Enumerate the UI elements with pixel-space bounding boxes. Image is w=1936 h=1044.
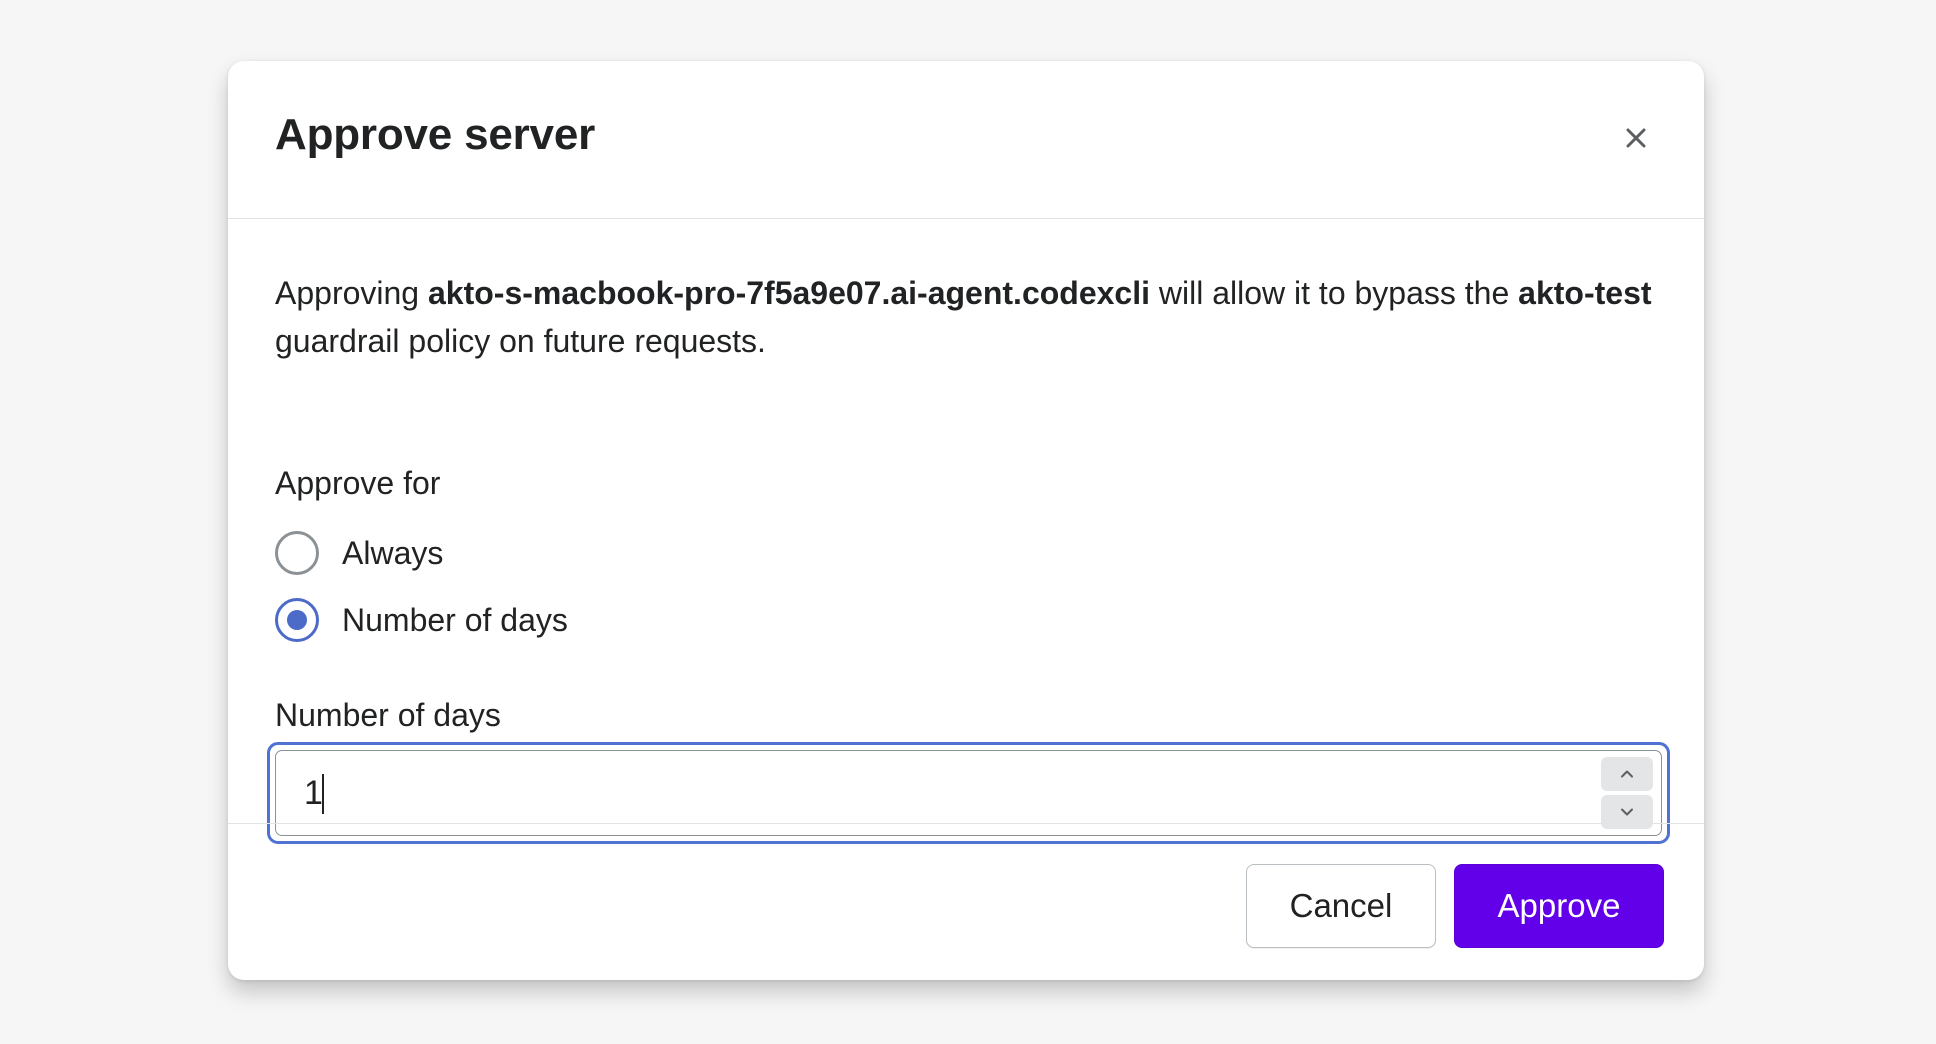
radio-selected-dot (287, 610, 307, 630)
radio-option-always[interactable]: Always (275, 531, 443, 575)
text-caret (322, 774, 324, 814)
radio-label-always: Always (342, 535, 444, 571)
description-prefix: Approving (275, 275, 428, 311)
description-middle: will allow it to bypass the (1150, 275, 1519, 311)
approval-description: Approving akto-s-macbook-pro-7f5a9e07.ai… (275, 269, 1660, 365)
approve-for-label: Approve for (275, 465, 441, 501)
modal-footer: Cancel Approve (228, 823, 1704, 980)
days-field-label: Number of days (275, 697, 501, 733)
approve-server-dialog: Approve server Approving akto-s-macbook-… (228, 61, 1704, 980)
modal-title: Approve server (275, 110, 596, 159)
close-button[interactable] (1614, 116, 1658, 160)
server-name: akto-s-macbook-pro-7f5a9e07.ai-agent.cod… (427, 275, 1150, 311)
chevron-down-icon (1621, 808, 1633, 816)
radio-button-always[interactable] (275, 531, 319, 575)
modal-body: Approving akto-s-macbook-pro-7f5a9e07.ai… (267, 219, 1670, 885)
cancel-button[interactable]: Cancel (1246, 864, 1436, 948)
increment-button[interactable] (1601, 757, 1653, 791)
modal-header: Approve server (228, 61, 1704, 219)
approve-button[interactable]: Approve (1454, 864, 1664, 948)
days-stepper (1601, 757, 1653, 829)
close-icon (1626, 128, 1646, 148)
radio-label-number-of-days: Number of days (342, 602, 568, 638)
description-suffix: guardrail policy on future requests. (275, 323, 766, 359)
radio-button-number-of-days[interactable] (275, 598, 319, 642)
chevron-up-icon (1621, 770, 1633, 778)
radio-option-number-of-days[interactable]: Number of days (275, 598, 568, 642)
policy-name: akto-test (1518, 275, 1652, 311)
